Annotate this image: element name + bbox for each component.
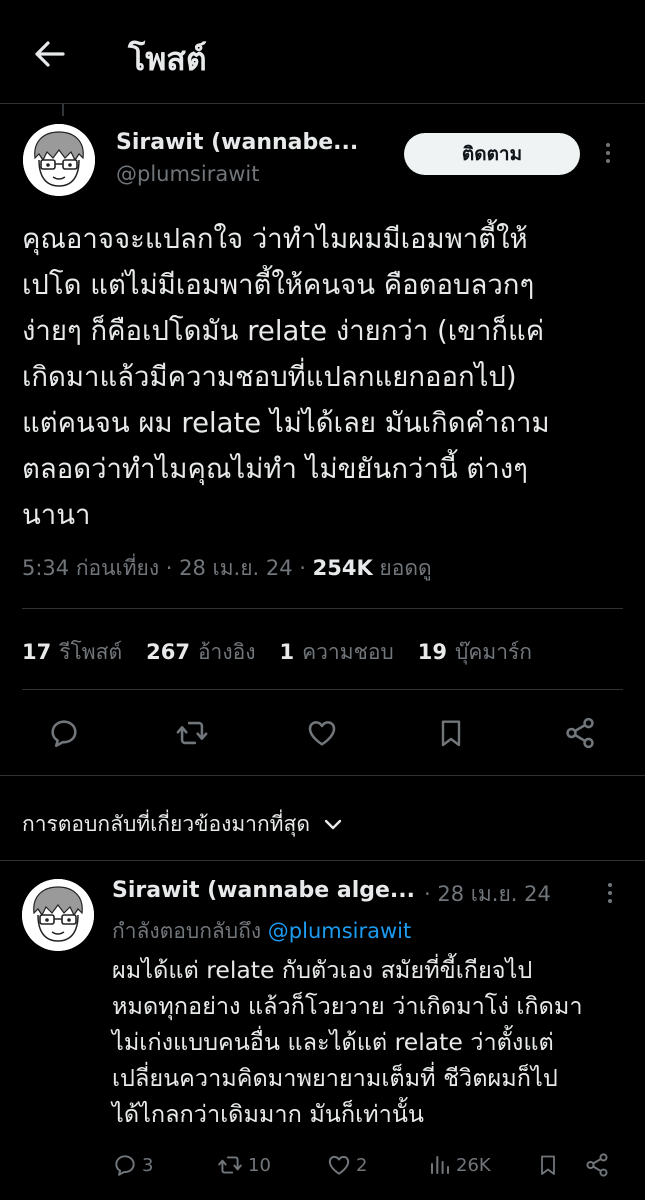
divider — [22, 689, 623, 690]
reply-repost-button[interactable]: 10 — [216, 1150, 271, 1180]
stat-number: 17 — [22, 640, 52, 664]
replies-sort-dropdown[interactable]: การตอบกลับที่เกี่ยวข้องมากที่สุด — [22, 808, 342, 841]
back-button[interactable] — [30, 36, 70, 72]
chevron-down-icon — [324, 819, 342, 829]
stat-label: บุ๊คมาร์ก — [455, 640, 533, 664]
share-icon — [566, 717, 594, 749]
avatar-illustration — [22, 879, 94, 951]
stat-number: 1 — [279, 640, 295, 664]
avatar-illustration — [23, 124, 95, 196]
heart-icon — [328, 1155, 350, 1175]
thread-connector — [62, 104, 64, 116]
repost-button[interactable] — [172, 713, 212, 753]
replying-to: กำลังตอบกลับถึง @plumsirawit — [112, 915, 411, 948]
reply-icon — [115, 1155, 135, 1176]
more-dot — [606, 159, 610, 163]
stat-number: 19 — [417, 640, 447, 664]
repost-icon — [218, 1156, 242, 1174]
share-icon — [586, 1153, 608, 1177]
post-text: คุณอาจจะแปลกใจ ว่าทำไมผมมีเอมพาตี้ให้ เป… — [22, 223, 550, 531]
reply-author-name[interactable]: Sirawit (wannabe alge... — [112, 878, 415, 903]
views-count: 254K — [312, 556, 373, 580]
stat-label: รีโพสต์ — [59, 640, 123, 664]
more-dot — [606, 151, 610, 155]
like-button[interactable] — [302, 713, 342, 753]
like-count: 2 — [356, 1154, 368, 1176]
stat-label: ความชอบ — [302, 640, 394, 664]
bookmark-button[interactable] — [431, 713, 471, 753]
bookmark-icon — [541, 1155, 555, 1175]
replies-sort-label: การตอบกลับที่เกี่ยวข้องมากที่สุด — [22, 812, 310, 836]
reply-icon — [51, 720, 77, 748]
divider — [0, 775, 645, 776]
post-timestamp[interactable]: 5:34 ก่อนเที่ยง · 28 เม.ย. 24 · — [22, 556, 313, 580]
heart-icon — [308, 721, 336, 746]
share-button[interactable] — [560, 713, 600, 753]
reply-date[interactable]: · 28 เม.ย. 24 — [424, 878, 551, 911]
more-dot — [606, 143, 610, 147]
divider — [0, 860, 645, 861]
author-name[interactable]: Sirawit (wannabe... — [116, 130, 358, 155]
replying-to-mention[interactable]: @plumsirawit — [268, 919, 411, 943]
bookmark-icon — [441, 720, 461, 747]
more-dot — [608, 891, 612, 895]
avatar[interactable] — [23, 124, 95, 196]
analytics-icon — [431, 1156, 449, 1174]
repost-count: 10 — [248, 1154, 271, 1176]
arrow-left-icon — [35, 41, 65, 67]
reply-like-button[interactable]: 2 — [326, 1150, 367, 1180]
stat-quotes[interactable]: 267 อ้างอิง — [146, 636, 255, 669]
stat-reposts[interactable]: 17 รีโพสต์ — [22, 636, 122, 669]
author-handle[interactable]: @plumsirawit — [116, 162, 259, 186]
reply-bookmark-button[interactable] — [536, 1150, 560, 1180]
reply-views-button[interactable]: 26K — [428, 1150, 491, 1180]
follow-button[interactable]: ติดตาม — [404, 133, 580, 175]
engagement-stats: 17 รีโพสต์ 267 อ้างอิง 1 ความชอบ 19 บุ๊ค… — [22, 636, 556, 669]
more-options-button[interactable] — [596, 138, 620, 168]
page-title: โพสต์ — [128, 40, 207, 78]
reply-reply-button[interactable]: 3 — [112, 1150, 153, 1180]
views-count: 26K — [456, 1154, 491, 1176]
avatar[interactable] — [22, 879, 94, 951]
replying-to-prefix: กำลังตอบกลับถึง — [112, 919, 268, 943]
top-bar: โพสต์ — [0, 0, 645, 104]
more-dot — [608, 883, 612, 887]
repost-icon — [176, 721, 208, 745]
stat-bookmarks[interactable]: 19 บุ๊คมาร์ก — [418, 636, 532, 669]
reply-text: ผมได้แต่ relate กับตัวเอง สมัยที่ขี้เกีย… — [112, 956, 583, 1128]
divider — [22, 608, 623, 609]
post-meta: 5:34 ก่อนเที่ยง · 28 เม.ย. 24 · 254K ยอด… — [22, 552, 432, 585]
reply-share-button[interactable] — [584, 1150, 610, 1180]
reply-button[interactable] — [44, 713, 84, 753]
reply-more-options-button[interactable] — [598, 878, 622, 908]
stat-number: 267 — [146, 640, 190, 664]
more-dot — [608, 899, 612, 903]
reply-count: 3 — [142, 1154, 154, 1176]
stat-label: อ้างอิง — [197, 640, 256, 664]
stat-likes[interactable]: 1 ความชอบ — [279, 636, 393, 669]
views-label: ยอดดู — [372, 556, 432, 580]
